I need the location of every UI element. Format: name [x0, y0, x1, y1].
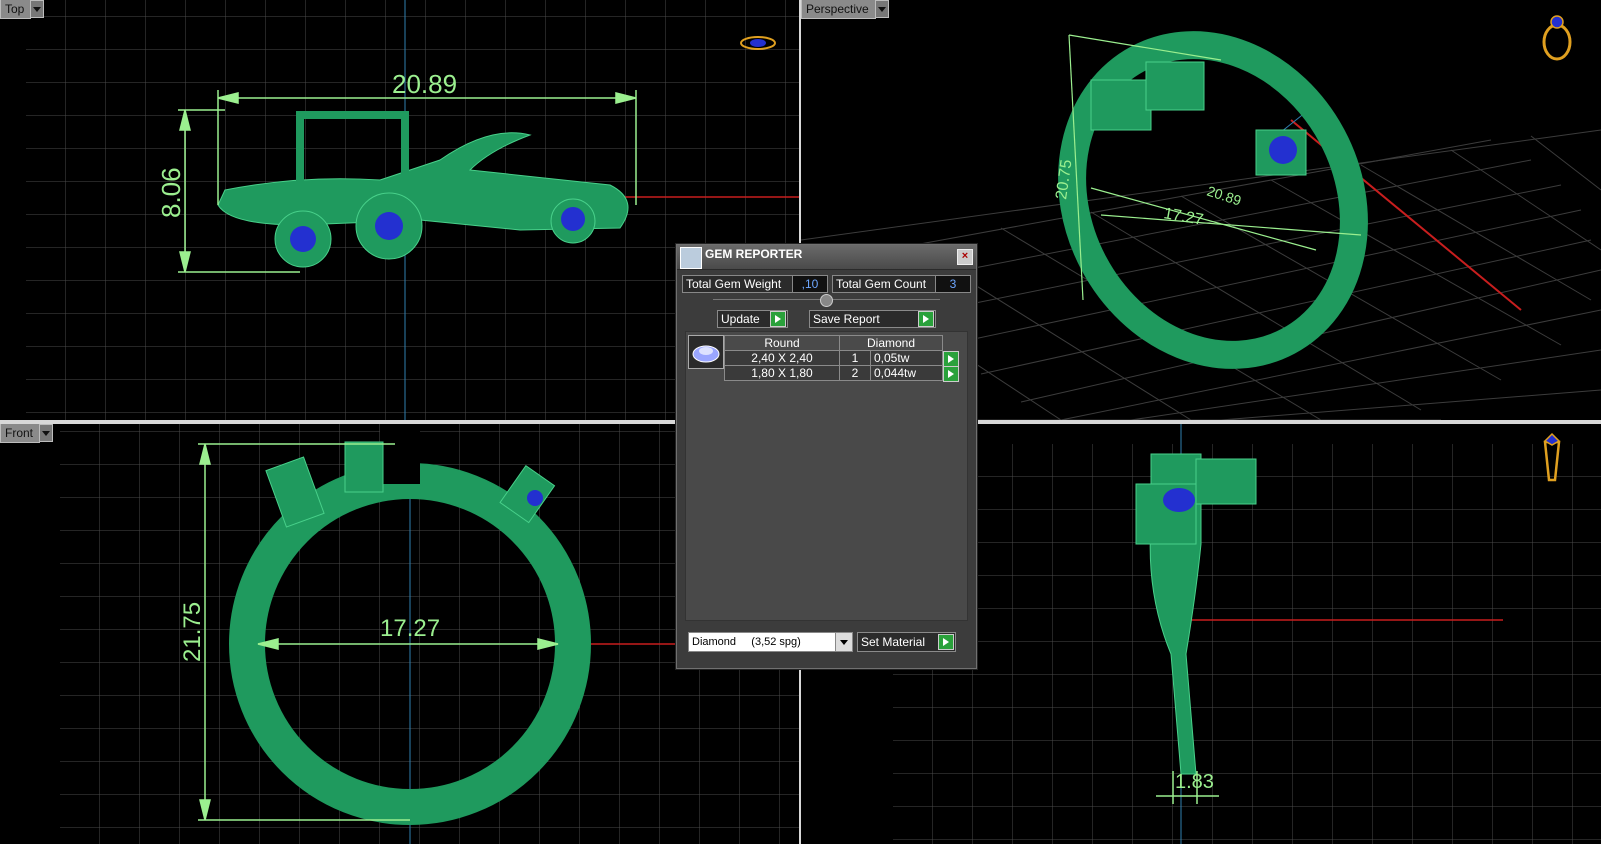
set-material-button-label: Set Material — [861, 635, 926, 649]
viewport-label-top[interactable]: Top — [0, 0, 45, 19]
table-row[interactable]: 1,80 X 1,80 2 0,044tw — [724, 365, 964, 382]
gem-weight: 0,044tw — [870, 365, 943, 381]
table-row[interactable]: 2,40 X 2,40 1 0,05tw — [724, 350, 964, 367]
set-material-button[interactable]: Set Material — [857, 632, 956, 652]
viewport-dropdown-button[interactable] — [31, 0, 45, 18]
top-width-dim: 20.89 — [392, 69, 457, 99]
gem-table-header: Round Diamond — [724, 335, 964, 351]
shape-header: Round — [724, 335, 840, 351]
gem-list[interactable]: Round Diamond 2,40 X 2,40 1 0,05tw 1,80 … — [685, 331, 968, 621]
view-cube-ring-icon[interactable] — [738, 32, 778, 54]
gem-reporter-title: GEM REPORTER — [705, 247, 803, 261]
play-icon — [943, 350, 959, 367]
gem-reporter-title-bar[interactable]: GEM REPORTER × — [677, 245, 976, 270]
total-count-label: Total Gem Count — [832, 275, 937, 293]
update-button-label: Update — [721, 312, 760, 326]
material-select[interactable]: Diamond (3,52 spg) — [688, 632, 853, 652]
view-cube-ring-icon[interactable] — [1537, 432, 1567, 484]
top-height-dim: 8.06 — [156, 167, 186, 218]
gem-size: 1,80 X 1,80 — [724, 365, 840, 381]
play-icon — [918, 311, 934, 327]
row-select-button[interactable] — [942, 350, 964, 367]
play-icon — [943, 365, 959, 382]
viewport-name: Top — [0, 0, 32, 19]
gem-size: 2,40 X 2,40 — [724, 350, 840, 366]
play-icon — [770, 311, 786, 327]
collapse-toggle[interactable] — [820, 294, 833, 307]
gem-reporter-panel[interactable]: GEM REPORTER × Total Gem Weight ,10 Tota… — [676, 244, 977, 669]
save-report-button[interactable]: Save Report — [809, 310, 936, 328]
total-count-value: 3 — [935, 275, 971, 293]
viewport-dropdown-button[interactable] — [875, 0, 889, 18]
material-header: Diamond — [839, 335, 943, 351]
gem-count: 1 — [839, 350, 871, 366]
gem-table: Round Diamond 2,40 X 2,40 1 0,05tw 1,80 … — [724, 335, 964, 382]
total-weight-value: ,10 — [792, 275, 828, 293]
play-icon — [938, 634, 954, 650]
viewport-dropdown-button[interactable] — [40, 424, 54, 442]
gem-reporter-icon — [680, 247, 702, 269]
front-inner-dim: 17.27 — [380, 615, 440, 642]
gem-count: 2 — [839, 365, 871, 381]
persp-inner-dim: 17.27 — [1162, 205, 1204, 229]
viewport-label-perspective[interactable]: Perspective — [801, 0, 889, 19]
close-button[interactable]: × — [957, 249, 973, 265]
viewport-name: Perspective — [801, 0, 876, 19]
total-weight-label: Total Gem Weight — [682, 275, 793, 293]
front-height-dim: 21.75 — [179, 602, 206, 662]
viewport-name: Front — [0, 424, 41, 443]
chevron-down-icon[interactable] — [835, 633, 852, 651]
update-button[interactable]: Update — [717, 310, 788, 328]
gem-weight: 0,05tw — [870, 350, 943, 366]
view-cube-ring-icon[interactable] — [1537, 12, 1577, 62]
round-gem-thumbnail[interactable] — [688, 335, 724, 369]
viewport-label-front[interactable]: Front — [0, 424, 54, 443]
material-select-value: Diamond (3,52 spg) — [692, 636, 801, 648]
save-report-button-label: Save Report — [813, 312, 880, 326]
side-shank-dim: 1.83 — [1175, 771, 1214, 793]
row-select-button[interactable] — [942, 365, 964, 382]
